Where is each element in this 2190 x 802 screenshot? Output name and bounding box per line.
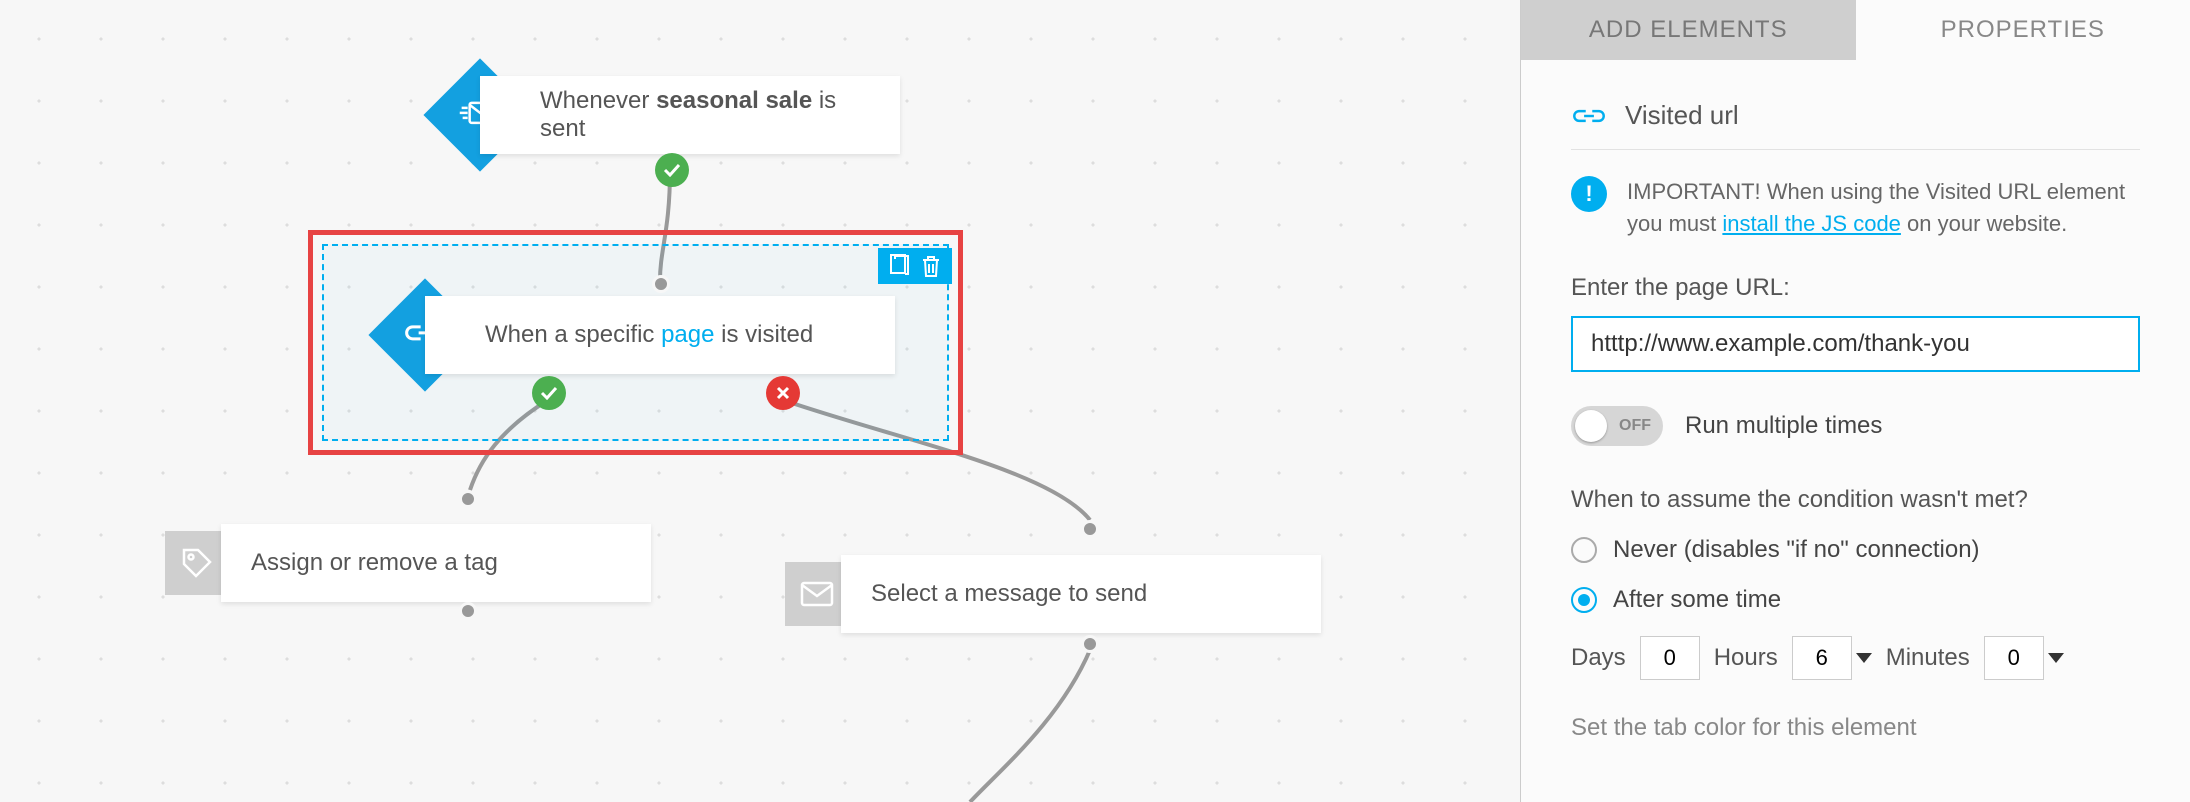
install-js-link[interactable]: install the JS code [1722,211,1901,236]
connector-dot[interactable] [1081,635,1099,653]
copy-icon[interactable] [888,254,910,278]
radio-label: After some time [1613,586,1781,614]
node-label: Whenever seasonal sale is sent [480,76,900,154]
time-row: Days Hours Minutes [1571,636,2140,680]
mail-icon [785,562,849,626]
trash-icon[interactable] [920,254,942,278]
text: Assign or remove a tag [251,549,498,577]
radio-icon [1571,537,1597,563]
text: on your website. [1901,211,2067,236]
toggle-state: OFF [1619,417,1651,435]
text-bold: seasonal sale [656,87,812,114]
hours-input[interactable] [1792,636,1852,680]
section-title: Visited url [1625,100,1739,131]
text: When a specific [485,321,661,348]
chevron-down-icon[interactable] [2048,653,2064,663]
info-callout: ! IMPORTANT! When using the Visited URL … [1571,176,2140,240]
tag-icon [165,531,229,595]
radio-after-time[interactable]: After some time [1571,586,2140,614]
connector-dot[interactable] [1081,520,1099,538]
days-label: Days [1571,644,1626,672]
tab-properties[interactable]: PROPERTIES [1856,0,2190,60]
truncated-text: Set the tab color for this element [1571,714,2140,742]
run-multiple-toggle[interactable]: OFF [1571,406,1663,446]
connector-dot[interactable] [459,602,477,620]
info-icon: ! [1571,176,1607,212]
url-label: Enter the page URL: [1571,274,2140,302]
status-check-icon [655,153,689,187]
days-input[interactable] [1640,636,1700,680]
hours-label: Hours [1714,644,1778,672]
link-icon [1571,104,1607,128]
node-label: Select a message to send [841,555,1321,633]
text: Select a message to send [871,580,1147,608]
workflow-canvas[interactable]: Whenever seasonal sale is sent [0,0,1520,802]
status-check-icon [532,376,566,410]
condition-node-visited-url[interactable]: When a specific page is visited [385,295,895,375]
toggle-knob [1575,410,1607,442]
minutes-label: Minutes [1886,644,1970,672]
info-text: IMPORTANT! When using the Visited URL el… [1627,176,2140,240]
toggle-label: Run multiple times [1685,412,1882,440]
node-label: When a specific page is visited [425,296,895,374]
status-error-icon [766,376,800,410]
page-link[interactable]: page [661,321,714,348]
action-node-tag[interactable]: Assign or remove a tag [165,524,651,602]
radio-never[interactable]: Never (disables "if no" connection) [1571,536,2140,564]
radio-icon [1571,587,1597,613]
selection-toolbar [878,248,952,284]
url-input[interactable] [1571,316,2140,372]
action-node-send-message[interactable]: Select a message to send [785,555,1321,633]
radio-label: Never (disables "if no" connection) [1613,536,1980,564]
connector-dot[interactable] [652,275,670,293]
condition-heading: When to assume the condition wasn't met? [1571,486,2140,514]
chevron-down-icon[interactable] [1856,653,1872,663]
text: Whenever [540,87,656,114]
properties-panel: ADD ELEMENTS PROPERTIES Visited url ! IM… [1520,0,2190,802]
panel-tabs: ADD ELEMENTS PROPERTIES [1521,0,2190,60]
tab-add-elements[interactable]: ADD ELEMENTS [1521,0,1856,60]
section-header: Visited url [1571,100,2140,150]
minutes-input[interactable] [1984,636,2044,680]
text: is visited [714,321,813,348]
trigger-node-email-sent[interactable]: Whenever seasonal sale is sent [440,75,900,155]
node-label: Assign or remove a tag [221,524,651,602]
connector-dot[interactable] [459,490,477,508]
